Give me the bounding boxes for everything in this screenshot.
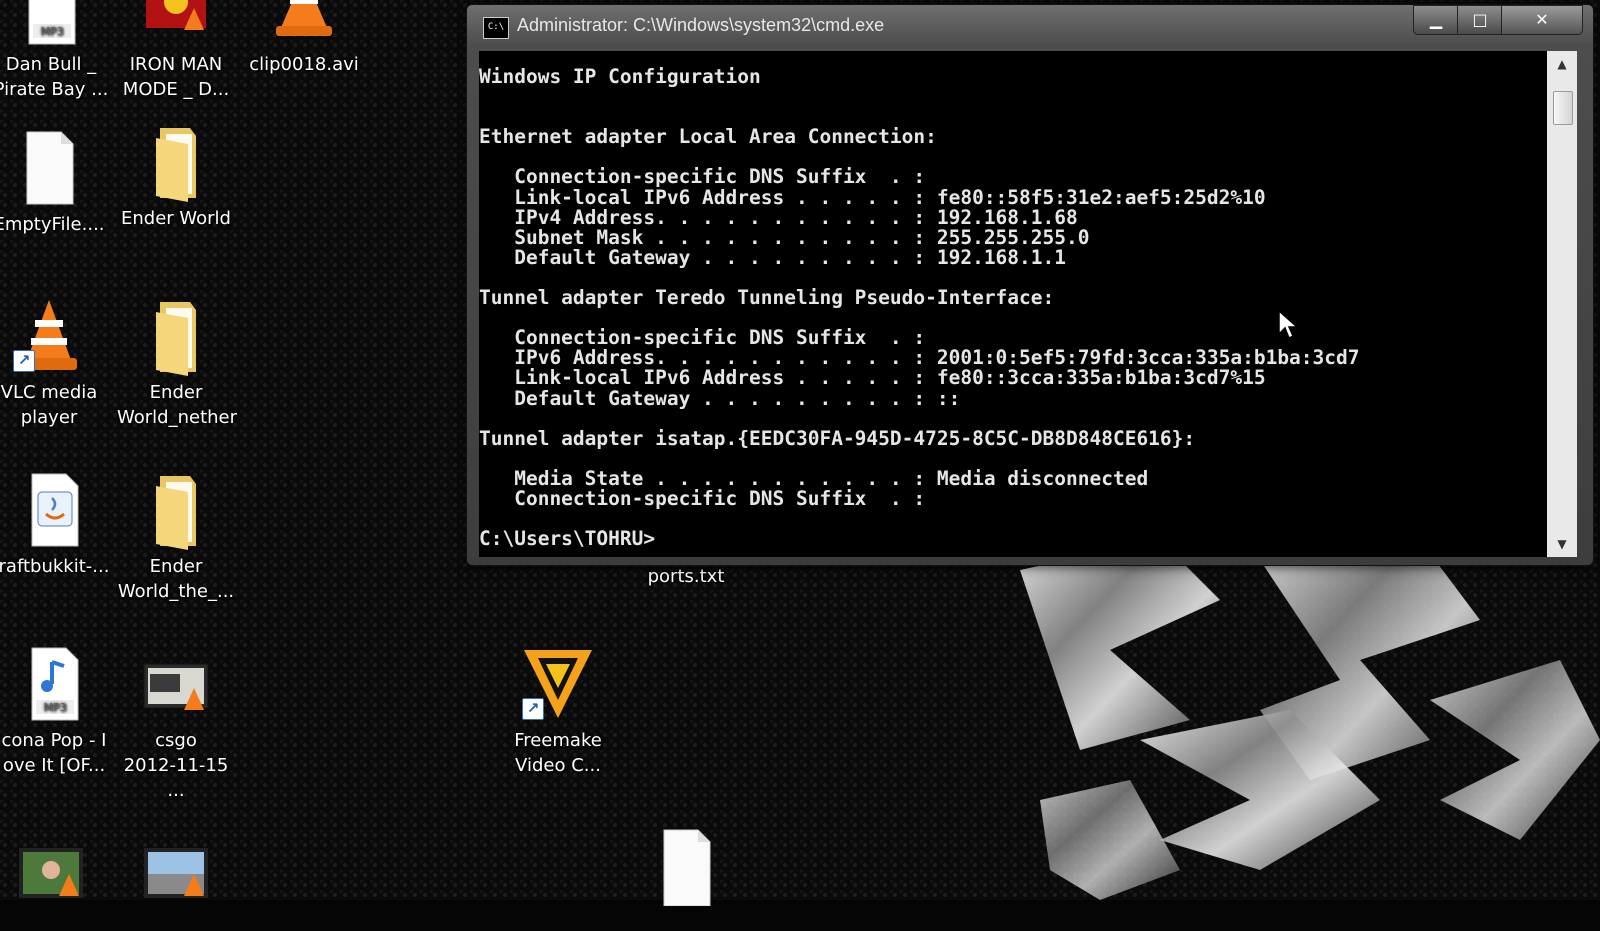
desktop-icon-partial-file[interactable] [627, 826, 745, 910]
desktop-icon-label: Freemake Video C... [514, 730, 602, 776]
desktop-icon-freemake[interactable]: ↗ Freemake Video C... [499, 644, 617, 778]
video-thumbnail-icon [136, 0, 216, 48]
folder-icon [136, 296, 216, 376]
desktop-icon-icona-pop[interactable]: MP3 cona Pop - I ove It [OF... [0, 644, 113, 778]
console-line: Tunnel adapter Teredo Tunneling Pseudo-I… [479, 286, 1055, 310]
desktop-icon-partial-video-2[interactable] [117, 844, 235, 928]
video-thumbnail-icon [11, 844, 91, 924]
desktop-icon-emptyfile[interactable]: EmptyFile.... [0, 128, 108, 237]
scroll-up-arrow-icon[interactable]: ▲ [1547, 51, 1577, 77]
title-bar[interactable]: C:\ Administrator: C:\Windows\system32\c… [467, 5, 1593, 49]
desktop-icon-label: EmptyFile.... [0, 214, 105, 235]
cmd-app-icon[interactable]: C:\ [483, 17, 509, 39]
desktop-icon-label: VLC media player [0, 382, 98, 428]
mp3-file-icon: MP3 [14, 644, 94, 724]
chrome-emblem-art [1020, 540, 1600, 900]
desktop-icon-ender-world-nether[interactable]: Ender World_nether [117, 296, 238, 430]
desktop-icon-label: csgo 2012-11-15 ... [123, 730, 229, 801]
desktop-icon-iron-man[interactable]: IRON MAN MODE _ D... [117, 0, 235, 102]
desktop-icon-label: raftbukkit-... [0, 556, 110, 577]
shortcut-arrow-icon: ↗ [522, 698, 544, 720]
desktop-icon-label: Ender World_the_... [117, 556, 235, 602]
folder-icon [136, 470, 216, 550]
console-line: Default Gateway . . . . . . . . . : :: [479, 386, 961, 410]
desktop-icon-label: Dan Bull _ Pirate Bay ... [0, 54, 109, 100]
desktop-icon-label: Ender World_nether [117, 382, 238, 428]
vlc-cone-icon: ↗ [9, 296, 89, 376]
console-line: Ethernet adapter Local Area Connection: [479, 125, 937, 149]
desktop-icon-label: cona Pop - I ove It [OF... [1, 730, 107, 776]
cmd-window[interactable]: C:\ Administrator: C:\Windows\system32\c… [466, 4, 1594, 566]
mp3-file-icon: MP3 [11, 0, 91, 48]
video-thumbnail-icon [136, 844, 216, 924]
mouse-pointer-icon [1278, 310, 1299, 340]
desktop-icon-partial-video-1[interactable] [0, 844, 110, 928]
console-line: Tunnel adapter isatap.{EEDC30FA-945D-472… [479, 426, 1196, 450]
shortcut-arrow-icon: ↗ [13, 350, 35, 372]
console-output[interactable]: Windows IP Configuration Ethernet adapte… [479, 51, 1547, 557]
desktop-icon-ender-world[interactable]: Ender World [117, 122, 235, 231]
java-jar-icon [14, 470, 94, 550]
scroll-thumb[interactable] [1553, 91, 1573, 125]
blank-file-icon [9, 128, 89, 208]
desktop-icon-clip0018[interactable]: clip0018.avi [245, 0, 363, 77]
folder-icon [136, 122, 216, 202]
scroll-down-arrow-icon[interactable]: ▼ [1547, 531, 1577, 557]
maximize-button[interactable]: □ [1457, 5, 1503, 35]
freemake-icon: ↗ [518, 644, 598, 724]
minimize-button[interactable]: ▁ [1413, 5, 1459, 35]
desktop-icon-craftbukkit[interactable]: raftbukkit-... [0, 470, 113, 579]
svg-text:MP3: MP3 [40, 25, 63, 38]
desktop-icon-label: clip0018.avi [249, 54, 359, 75]
desktop-icon-vlc-player[interactable]: ↗ VLC media player [0, 296, 108, 430]
desktop-icon-label: ports.txt [647, 566, 725, 587]
desktop-icon-ender-world-the-end[interactable]: Ender World_the_... [117, 470, 235, 604]
svg-text:MP3: MP3 [43, 701, 66, 714]
desktop-icon-csgo[interactable]: csgo 2012-11-15 ... [117, 644, 235, 803]
desktop-icon-label: IRON MAN MODE _ D... [122, 54, 230, 100]
console-line: Windows IP Configuration [479, 65, 761, 88]
video-thumbnail-icon [136, 644, 216, 724]
window-title: Administrator: C:\Windows\system32\cmd.e… [517, 15, 885, 35]
console-text: Windows IP Configuration Ethernet adapte… [479, 51, 1547, 549]
vlc-video-file-icon [264, 0, 344, 48]
close-button[interactable]: ✕ [1501, 5, 1583, 35]
desktop-icon-label: Ender World [121, 208, 231, 229]
console-line: Connection-specific DNS Suffix . : [479, 486, 926, 510]
vertical-scrollbar[interactable]: ▲ ▼ [1547, 51, 1577, 557]
desktop-icon-dan-bull[interactable]: MP3 Dan Bull _ Pirate Bay ... [0, 0, 110, 102]
console-line: Default Gateway . . . . . . . . . : 192.… [479, 245, 1066, 269]
blank-file-icon [646, 826, 726, 907]
console-line: C:\Users\TOHRU> [479, 527, 656, 551]
